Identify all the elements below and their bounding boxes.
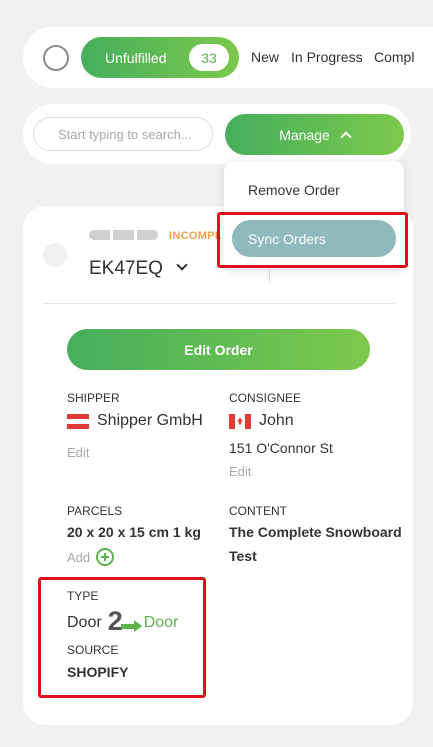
tab-unfulfilled[interactable]: Unfulfilled 33: [81, 37, 239, 78]
highlight-type-source: [38, 577, 206, 698]
tab-unfulfilled-count: 33: [189, 44, 229, 71]
add-parcel-label: Add: [67, 549, 91, 565]
consignee-name: John: [229, 412, 294, 430]
austria-flag-icon: [67, 413, 89, 429]
divider: [43, 303, 395, 304]
order-select-checkbox[interactable]: [43, 243, 67, 267]
consignee-label: CONSIGNEE: [229, 391, 302, 405]
status-badge: INCOMPL: [169, 230, 222, 242]
menu-item-remove-order[interactable]: Remove Order: [248, 182, 340, 198]
consignee-address: 151 O'Connor St: [229, 440, 333, 456]
chevron-down-icon[interactable]: [176, 259, 188, 271]
shipper-name-text: Shipper GmbH: [97, 412, 203, 429]
progress-indicator: [89, 230, 158, 240]
plus-icon: [96, 548, 115, 566]
shipper-edit-link[interactable]: Edit: [67, 445, 89, 460]
manage-button-label: Manage: [279, 126, 330, 143]
chevron-up-icon: [340, 130, 352, 143]
tab-new[interactable]: New: [251, 49, 279, 65]
consignee-edit-link[interactable]: Edit: [229, 464, 251, 479]
tab-in-progress[interactable]: In Progress: [291, 49, 363, 65]
edit-order-button[interactable]: Edit Order: [67, 329, 370, 370]
select-all-checkbox[interactable]: [43, 45, 69, 71]
shipper-label: SHIPPER: [67, 391, 120, 405]
shipper-name: Shipper GmbH: [67, 412, 203, 430]
content-label: CONTENT: [229, 504, 287, 518]
manage-button[interactable]: Manage: [225, 114, 404, 155]
highlight-sync-orders: [217, 212, 408, 268]
search-row: Manage: [23, 104, 411, 164]
consignee-name-text: John: [259, 412, 294, 429]
filter-bar: Unfulfilled 33 New In Progress Compl: [23, 27, 433, 88]
order-id[interactable]: EK47EQ: [89, 258, 163, 280]
content-value: The Complete Snowboard Test: [229, 524, 402, 564]
parcels-label: PARCELS: [67, 504, 123, 518]
tab-unfulfilled-label: Unfulfilled: [105, 49, 167, 66]
parcels-value: 20 x 20 x 15 cm 1 kg: [67, 524, 201, 540]
canada-flag-icon: [229, 413, 251, 429]
search-input[interactable]: [33, 117, 213, 151]
tab-completed[interactable]: Compl: [374, 49, 414, 65]
add-parcel-button[interactable]: Add: [67, 548, 115, 566]
